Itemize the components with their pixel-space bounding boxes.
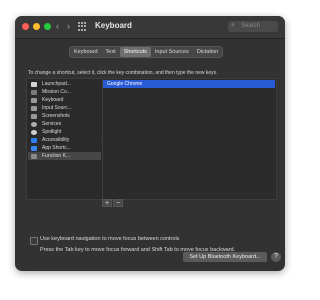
tab-shortcuts[interactable]: Shortcuts [119, 47, 151, 57]
category-function-keys[interactable]: Function K... [28, 152, 101, 160]
category-input-sources[interactable]: Input Sourc... [28, 104, 101, 112]
input-sources-icon [31, 105, 37, 111]
category-label: Accessibility [42, 137, 70, 143]
search-placeholder: Search [241, 23, 261, 29]
category-label: Mission Co... [42, 89, 71, 95]
screenshots-icon [31, 113, 37, 119]
add-button[interactable]: + [102, 199, 112, 207]
services-icon [31, 121, 37, 127]
keyboard-navigation-checkbox[interactable] [30, 237, 38, 245]
set-up-bluetooth-keyboard-button[interactable]: Set Up Bluetooth Keyboard... [183, 252, 267, 262]
tab-keyboard[interactable]: Keyboard [70, 47, 102, 57]
zoom-button[interactable] [44, 23, 51, 30]
instruction-text: To change a shortcut, select it, click t… [28, 70, 218, 76]
help-button[interactable]: ? [271, 252, 281, 262]
search-input[interactable]: ⌕ Search [228, 21, 278, 32]
accessibility-icon [31, 137, 37, 143]
tab-text[interactable]: Text [102, 47, 120, 57]
window-title: Keyboard [95, 21, 132, 30]
category-launchpad[interactable]: Launchpad... [28, 80, 101, 88]
keyboard-navigation-label[interactable]: Use keyboard navigation to move focus be… [40, 236, 179, 242]
category-spotlight[interactable]: Spotlight [28, 128, 101, 136]
category-label: Spotlight [42, 129, 62, 135]
category-label: Input Sourc... [42, 105, 72, 111]
category-list: Launchpad... Mission Co... Keyboard Inpu… [28, 80, 101, 198]
minimize-button[interactable] [33, 23, 40, 30]
spotlight-icon [31, 129, 37, 135]
back-button[interactable]: ‹ [56, 21, 59, 31]
category-mission-control[interactable]: Mission Co... [28, 88, 101, 96]
category-label: Keyboard [42, 97, 64, 103]
preferences-window: ‹ › Keyboard ⌕ Search Keyboard Text Shor… [15, 16, 285, 271]
category-label: App Shortc... [42, 145, 71, 151]
category-label: Launchpad... [42, 81, 71, 87]
search-icon: ⌕ [231, 22, 235, 29]
tab-bar: Keyboard Text Shortcuts Input Sources Di… [69, 46, 224, 58]
forward-button[interactable]: › [67, 21, 70, 31]
category-label: Function K... [42, 153, 71, 159]
function-keys-icon [31, 153, 37, 159]
launchpad-icon [31, 81, 37, 87]
close-button[interactable] [22, 23, 29, 30]
shortcut-list: Google Chrome [103, 80, 275, 198]
category-services[interactable]: Services [28, 120, 101, 128]
category-keyboard[interactable]: Keyboard [28, 96, 101, 104]
keyboard-icon [31, 97, 37, 103]
category-screenshots[interactable]: Screenshots [28, 112, 101, 120]
category-label: Screenshots [42, 113, 70, 119]
tab-input-sources[interactable]: Input Sources [151, 47, 193, 57]
mission-control-icon [31, 89, 37, 95]
shortcuts-panel: Launchpad... Mission Co... Keyboard Inpu… [26, 78, 277, 200]
category-label: Services [42, 121, 62, 127]
app-shortcuts-icon [31, 145, 37, 151]
remove-button[interactable]: − [113, 199, 123, 207]
tab-dictation[interactable]: Dictation [193, 47, 222, 57]
category-accessibility[interactable]: Accessibility [28, 136, 101, 144]
shortcut-row-google-chrome[interactable]: Google Chrome [103, 80, 275, 88]
category-app-shortcuts[interactable]: App Shortc... [28, 144, 101, 152]
title-bar: ‹ › Keyboard ⌕ Search [15, 16, 285, 39]
show-all-grid-icon[interactable] [78, 22, 87, 31]
